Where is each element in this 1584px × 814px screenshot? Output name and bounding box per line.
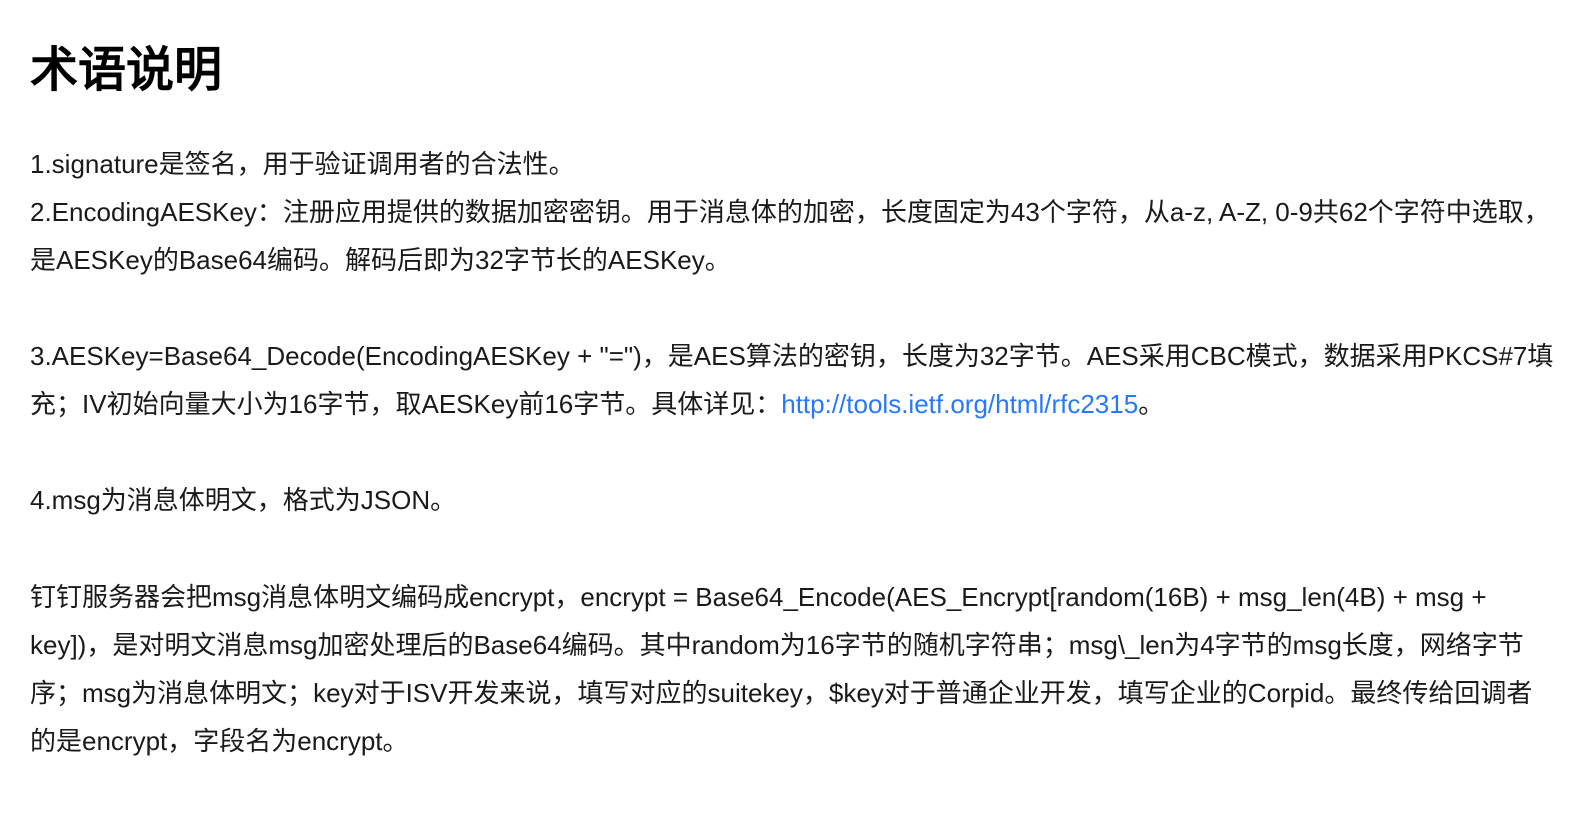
term-5-encrypt: 钉钉服务器会把msg消息体明文编码成encrypt，encrypt = Base… [30,573,1554,765]
page-title: 术语说明 [30,30,1554,100]
term-2-encodingaeskey: 2.EncodingAESKey：注册应用提供的数据加密密钥。用于消息体的加密，… [30,188,1554,284]
term-3-aeskey: 3.AESKey=Base64_Decode(EncodingAESKey + … [30,332,1554,428]
rfc2315-link[interactable]: http://tools.ietf.org/html/rfc2315 [781,389,1138,419]
term-1-signature: 1.signature是签名，用于验证调用者的合法性。 [30,140,1554,188]
term-3-text-after: 。 [1138,389,1164,419]
term-4-msg: 4.msg为消息体明文，格式为JSON。 [30,476,1554,524]
